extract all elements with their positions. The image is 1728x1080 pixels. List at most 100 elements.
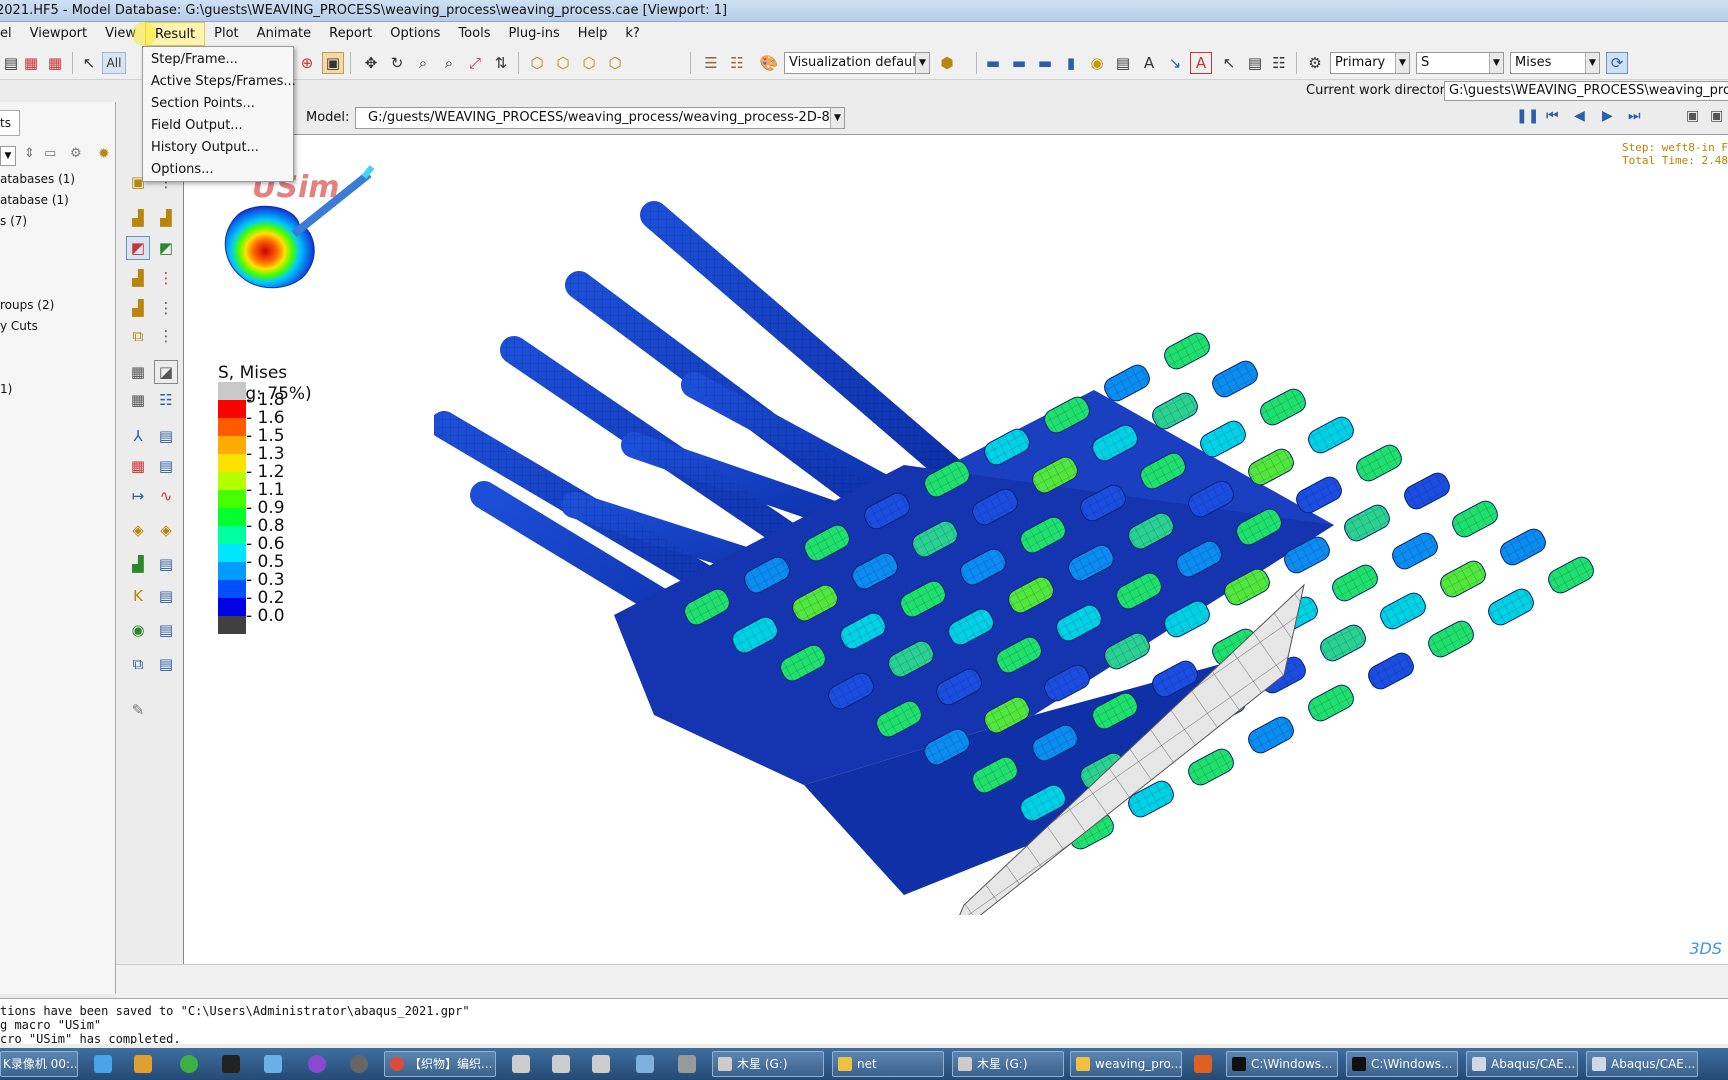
mail-icon[interactable] [552, 1055, 570, 1073]
animation-options-icon[interactable]: ▣ [1686, 108, 1699, 124]
render-style-icon[interactable]: ⬢ [936, 52, 958, 74]
context-help-button[interactable]: k? [616, 22, 648, 46]
notes-icon[interactable] [134, 1055, 152, 1073]
menu-viewport[interactable]: Viewport [21, 22, 97, 46]
cursor-icon[interactable]: ↖ [1218, 52, 1240, 74]
lightbulb-icon[interactable]: ✹ [98, 146, 110, 162]
open-icon[interactable]: ▤ [0, 52, 22, 74]
text-tool-icon[interactable]: A [1190, 52, 1212, 74]
filled-icon[interactable]: ▬ [1034, 52, 1056, 74]
field-position-select[interactable]: Primary ▼ [1330, 52, 1410, 74]
save-icon[interactable]: ▦ [20, 52, 42, 74]
taskbar-item-cmd-1[interactable]: C:\Windows... [1226, 1051, 1338, 1077]
list-icon[interactable]: ▤ [1244, 52, 1266, 74]
explorer-icon[interactable] [94, 1055, 112, 1073]
deformed-options-icon[interactable]: ▟ [154, 206, 178, 230]
auto-fit-icon[interactable]: ⤢ [464, 52, 486, 74]
tab-results[interactable]: ts [0, 110, 20, 136]
probe-values-icon[interactable]: ▟ [126, 552, 150, 576]
path-icon[interactable]: ↦ [126, 484, 150, 508]
tree-item-steps[interactable]: s (7) [0, 214, 27, 228]
orient-options-icon[interactable]: ⋮ [154, 296, 178, 320]
taskbar-item-drive-g[interactable]: 木星 (G:) [712, 1051, 824, 1077]
animate-harmonic-icon[interactable]: ▦ [126, 388, 150, 412]
ftp-icon[interactable] [636, 1055, 654, 1073]
select-all-button[interactable]: All [102, 52, 126, 74]
xy-plot-manager-icon[interactable]: ▤ [154, 454, 178, 478]
menu-animate[interactable]: Animate [248, 22, 320, 46]
tree-item-other[interactable]: 1) [0, 382, 12, 396]
next-frame-icon[interactable]: ▶ [1602, 108, 1613, 124]
taskbar-item-abaqus-1[interactable]: Abaqus/CAE... [1466, 1051, 1578, 1077]
wechat-icon[interactable] [180, 1055, 198, 1073]
taskbar-item-cmd-2[interactable]: C:\Windows... [1346, 1051, 1458, 1077]
menu-report[interactable]: Report [320, 22, 381, 46]
taskbar-item-browser[interactable]: 【织物】编织... [384, 1051, 496, 1077]
visualization-defaults-select[interactable]: Visualization defaults ▼ [784, 52, 930, 74]
select-arrow-icon[interactable]: ↖ [78, 52, 100, 74]
hidden-icon[interactable]: ▬ [1008, 52, 1030, 74]
query-icon[interactable]: ⊕ [296, 52, 318, 74]
field-invariant-select[interactable]: Mises ▼ [1510, 52, 1600, 74]
sort-icon[interactable]: ⇕ [24, 146, 35, 161]
view-cut-icon[interactable]: ◈ [126, 518, 150, 542]
symbol-options-icon[interactable]: ⋮ [154, 266, 178, 290]
menu-plot[interactable]: Plot [205, 22, 248, 46]
tree-item-view-cuts[interactable]: y Cuts [0, 319, 38, 333]
field-output-icon[interactable]: ⚙ [1304, 52, 1326, 74]
filter-icon[interactable]: ⚙ [70, 146, 82, 161]
magnify-icon[interactable]: ⌕ [412, 52, 434, 74]
capture-icon[interactable]: ▣ [1710, 108, 1723, 124]
shaded-icon[interactable]: ▮ [1060, 52, 1082, 74]
taskbar-item-recorder[interactable]: K录像机 00:... [0, 1051, 78, 1077]
print-icon[interactable]: ▦ [44, 52, 66, 74]
pause-icon[interactable]: ❚❚ [1516, 108, 1539, 124]
annotation-icon[interactable]: A [1138, 52, 1160, 74]
free-body-icon[interactable]: ⧉ [126, 652, 150, 676]
taskbar-item-abaqus-2[interactable]: Abaqus/CAE... [1586, 1051, 1698, 1077]
chevron-down-icon[interactable]: ▼ [0, 146, 16, 166]
taskbar-item-net[interactable]: net [832, 1051, 944, 1077]
pan-icon[interactable]: ✥ [360, 52, 382, 74]
rotate-icon[interactable]: ↻ [386, 52, 408, 74]
probe-manager-icon[interactable]: ▤ [154, 552, 178, 576]
tree-item-model-database[interactable]: atabase (1) [0, 193, 69, 207]
table-icon[interactable]: ▤ [1112, 52, 1134, 74]
box-zoom-icon[interactable]: ▣ [322, 52, 344, 74]
menu-item-history-output[interactable]: History Output... [143, 137, 293, 159]
ruler-icon[interactable]: ☰ [700, 52, 722, 74]
left-view-icon[interactable]: ⬡ [604, 52, 626, 74]
menu-plugins[interactable]: Plug-ins [499, 22, 568, 46]
monitor-icon[interactable] [678, 1055, 696, 1073]
menu-tools[interactable]: Tools [449, 22, 499, 46]
cycle-views-icon[interactable]: ⇅ [490, 52, 512, 74]
menu-item-step-frame[interactable]: Step/Frame... [143, 49, 293, 71]
front-view-icon[interactable]: ⬡ [552, 52, 574, 74]
first-frame-icon[interactable]: ⏮ [1546, 108, 1559, 124]
display-group-icon[interactable]: ◉ [1086, 52, 1108, 74]
refresh-icon[interactable]: ⟳ [1606, 52, 1628, 74]
weaving-model[interactable] [434, 195, 1614, 915]
wireframe-icon[interactable]: ▬ [982, 52, 1004, 74]
menu-item-options[interactable]: Options... [143, 159, 293, 181]
model-select[interactable]: G:/guests/WEAVING_PROCESS/weaving_proces… [355, 107, 845, 129]
create-xy-data-icon[interactable]: ⅄ [126, 424, 150, 448]
ladder-icon[interactable]: ☷ [726, 52, 748, 74]
animate-time-icon[interactable]: ◪ [154, 360, 178, 384]
top-view-icon[interactable]: ⬡ [578, 52, 600, 74]
settings-icon[interactable] [350, 1055, 368, 1073]
display-body-icon[interactable]: ◉ [126, 618, 150, 642]
menu-help[interactable]: Help [569, 22, 617, 46]
app-orange-icon[interactable] [1194, 1055, 1212, 1073]
contour-options-icon[interactable]: ◩ [154, 236, 178, 260]
view-cut-manager-icon[interactable]: ◈ [154, 518, 178, 542]
app-icon[interactable] [264, 1055, 282, 1073]
allow-multiple-icon[interactable]: ⧉ [126, 324, 150, 348]
viewport-1[interactable]: Step: weft8-in F Total Time: 2.48 USim S… [183, 134, 1728, 964]
xy-plot-icon[interactable]: ▦ [126, 454, 150, 478]
stream-manager-icon[interactable]: ▤ [154, 584, 178, 608]
cwd-field[interactable]: G:\guests\WEAVING_PROCESS\weaving_proces… [1444, 81, 1728, 101]
folder-icon[interactable]: ▭ [44, 146, 56, 161]
arrow-tool-icon[interactable]: ↘ [1164, 52, 1186, 74]
menu-item-active-steps-frames[interactable]: Active Steps/Frames... [143, 71, 296, 93]
